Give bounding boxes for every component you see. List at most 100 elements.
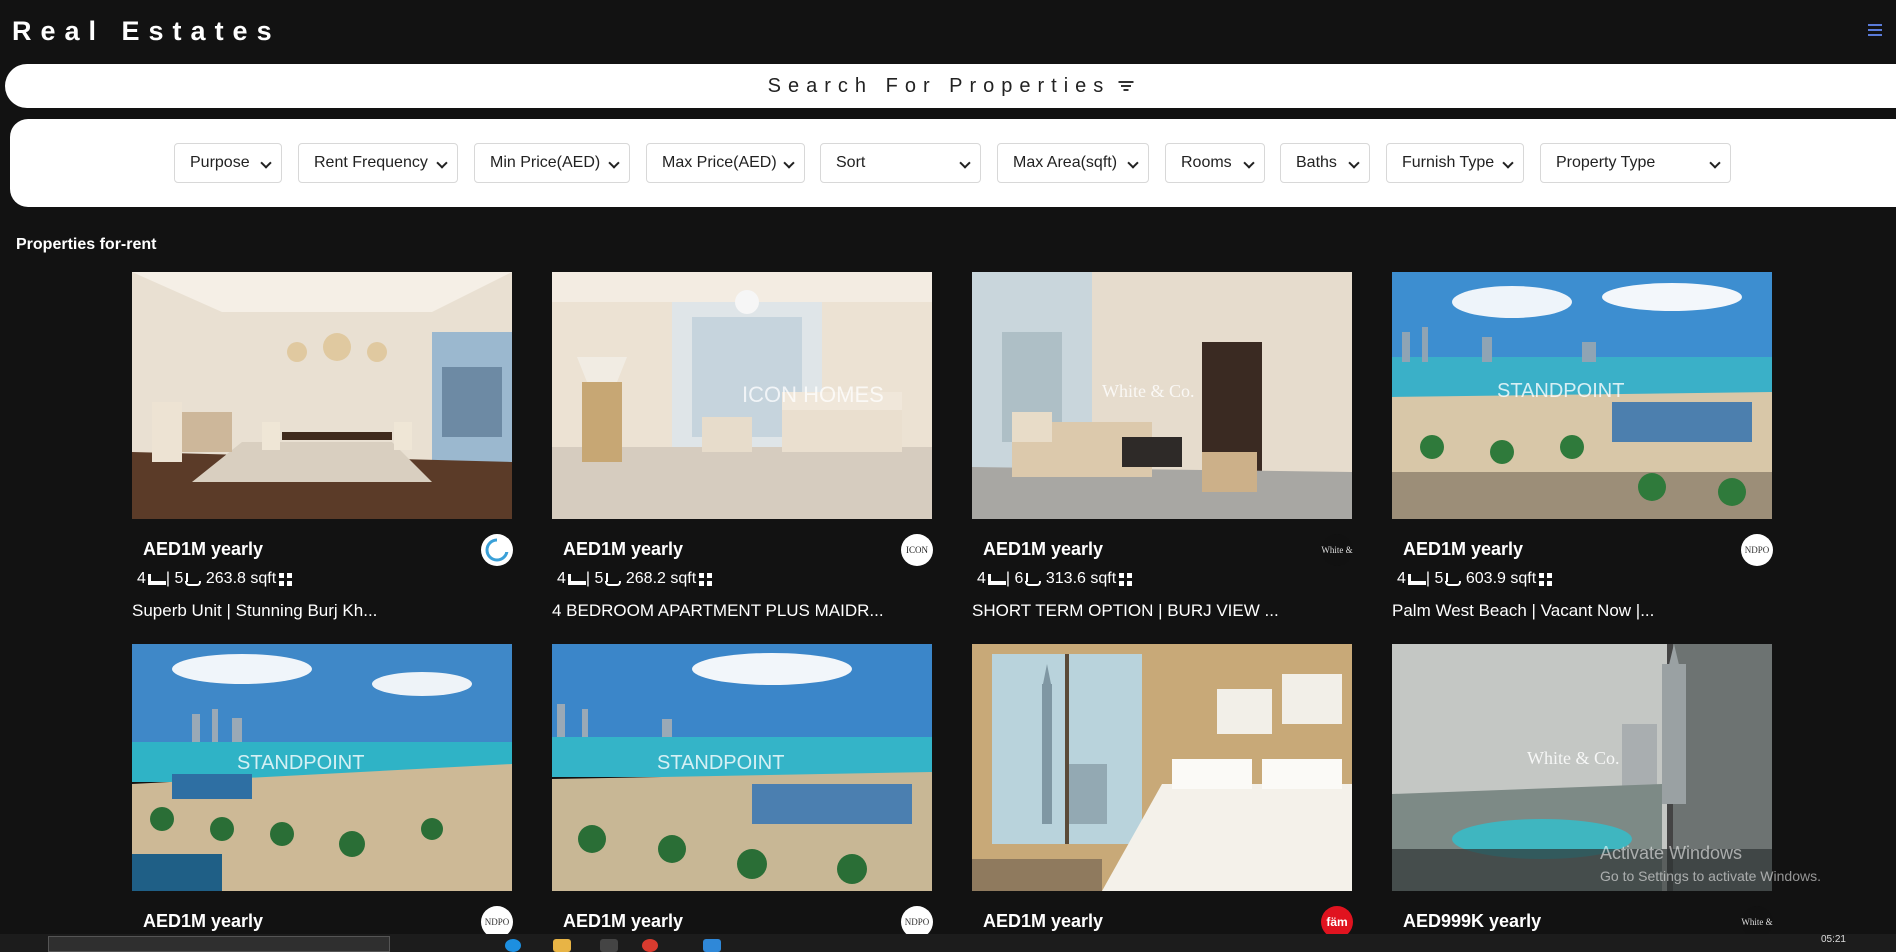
- bed-icon: [567, 573, 586, 585]
- chevron-down-icon: [1502, 157, 1514, 169]
- baths-count: 6: [1014, 570, 1024, 587]
- svg-text:STANDPOINT: STANDPOINT: [237, 752, 364, 774]
- area-value: 268.2 sqft: [625, 570, 697, 587]
- property-photo[interactable]: STANDPOINT: [132, 644, 512, 891]
- rooms-select-label: Rooms: [1181, 154, 1232, 171]
- agency-swirl-icon: [485, 538, 511, 562]
- svg-text:White & Co.: White & Co.: [1102, 381, 1195, 401]
- svg-text:STANDPOINT: STANDPOINT: [657, 752, 784, 774]
- area-grid-icon: [1119, 572, 1133, 586]
- agency-logo[interactable]: NDPO: [1741, 534, 1773, 566]
- property-type-select-label: Property Type: [1556, 154, 1656, 171]
- max-price-select-label: Max Price(AED): [662, 154, 777, 171]
- max-price-select[interactable]: Max Price(AED): [646, 143, 805, 183]
- section-title: Properties for-rent: [16, 236, 157, 253]
- baths-select[interactable]: Baths: [1280, 143, 1370, 183]
- spec-separator: |: [1425, 570, 1435, 587]
- rent-frequency-select[interactable]: Rent Frequency: [298, 143, 458, 183]
- rent-frequency-select-label: Rent Frequency: [314, 154, 428, 171]
- filter-icon: [1118, 80, 1134, 92]
- svg-text:ICON HOMES: ICON HOMES: [742, 382, 884, 407]
- spec-separator: |: [1005, 570, 1015, 587]
- sort-select-label: Sort: [836, 154, 866, 171]
- property-price: AED1M yearly: [983, 911, 1104, 931]
- bed-icon: [1407, 573, 1426, 585]
- folder-app-icon[interactable]: [553, 939, 571, 952]
- property-title[interactable]: Superb Unit | Stunning Burj Kh...: [132, 601, 377, 621]
- watermark-title: Activate Windows: [1600, 843, 1743, 863]
- property-card[interactable]: AED1M yearly 4 | 5 263.8 sqft Superb Uni…: [132, 272, 513, 620]
- baths-count: 5: [174, 570, 184, 587]
- vscode-app-icon[interactable]: [703, 939, 721, 952]
- app-icon[interactable]: [600, 939, 618, 952]
- chevron-down-icon: [1709, 157, 1721, 169]
- search-label: Search For Properties: [767, 74, 1111, 97]
- property-specs: 4 | 6 313.6 sqft: [977, 570, 1133, 588]
- brand-title[interactable]: Real Estates: [12, 16, 281, 47]
- area-grid-icon: [1539, 572, 1553, 586]
- property-photo[interactable]: White & Co.: [972, 272, 1352, 519]
- property-photo[interactable]: STANDPOINT: [552, 644, 932, 891]
- property-photo[interactable]: [972, 644, 1352, 891]
- property-price: AED1M yearly: [143, 911, 264, 931]
- bed-icon: [987, 573, 1006, 585]
- browser-app-icon[interactable]: [505, 939, 521, 952]
- bath-icon: [1445, 572, 1462, 586]
- agency-logo[interactable]: [481, 534, 513, 566]
- property-photo[interactable]: STANDPOINT: [1392, 272, 1772, 519]
- baths-select-label: Baths: [1296, 154, 1337, 171]
- property-card[interactable]: White & Co. AED1M yearly White & Co. 4 |…: [972, 272, 1353, 620]
- furnish-type-select[interactable]: Furnish Type: [1386, 143, 1524, 183]
- hamburger-menu-icon[interactable]: [1868, 24, 1882, 36]
- property-price: AED999K yearly: [1403, 911, 1542, 931]
- area-value: 263.8 sqft: [205, 570, 277, 587]
- area-value: 313.6 sqft: [1045, 570, 1117, 587]
- property-title[interactable]: 4 BEDROOM APARTMENT PLUS MAIDR...: [552, 601, 884, 621]
- bath-icon: [1025, 572, 1042, 586]
- agency-logo[interactable]: ICON: [901, 534, 933, 566]
- property-price: AED1M yearly: [563, 539, 684, 559]
- rooms-count: 4: [1397, 570, 1406, 587]
- rooms-select[interactable]: Rooms: [1165, 143, 1265, 183]
- chevron-down-icon: [608, 157, 620, 169]
- property-card[interactable]: ICON HOMES AED1M yearly ICON 4 | 5 268.2…: [552, 272, 933, 620]
- bath-icon: [185, 572, 202, 586]
- baths-count: 5: [594, 570, 604, 587]
- svg-text:White & Co.: White & Co.: [1527, 748, 1620, 768]
- min-price-select[interactable]: Min Price(AED): [474, 143, 630, 183]
- agency-logo[interactable]: White & Co.: [1321, 534, 1353, 566]
- property-specs: 4 | 5 603.9 sqft: [1397, 570, 1553, 588]
- spec-separator: |: [165, 570, 175, 587]
- chevron-down-icon: [1348, 157, 1360, 169]
- rooms-count: 4: [977, 570, 986, 587]
- taskbar-search-box[interactable]: [48, 936, 390, 952]
- property-card[interactable]: STANDPOINT AED1M yearly NDPO: [132, 644, 513, 938]
- property-photo[interactable]: [132, 272, 512, 519]
- taskbar-clock[interactable]: 05:21: [1821, 934, 1846, 945]
- bed-icon: [147, 573, 166, 585]
- bath-icon: [605, 572, 622, 586]
- property-title[interactable]: SHORT TERM OPTION | BURJ VIEW ...: [972, 601, 1279, 621]
- property-card[interactable]: STANDPOINT AED1M yearly NDPO: [552, 644, 933, 938]
- property-price: AED1M yearly: [563, 911, 684, 931]
- area-grid-icon: [279, 572, 293, 586]
- property-card[interactable]: STANDPOINT AED1M yearly NDPO 4 | 5 603.9…: [1392, 272, 1773, 620]
- property-card[interactable]: AED1M yearly fäm: [972, 644, 1353, 938]
- property-title[interactable]: Palm West Beach | Vacant Now |...: [1392, 601, 1654, 621]
- spec-separator: |: [585, 570, 595, 587]
- property-type-select[interactable]: Property Type: [1540, 143, 1731, 183]
- max-area-select[interactable]: Max Area(sqft): [997, 143, 1149, 183]
- sort-select[interactable]: Sort: [820, 143, 981, 183]
- chrome-app-icon[interactable]: [642, 939, 658, 952]
- chevron-down-icon: [436, 157, 448, 169]
- search-properties-toggle[interactable]: Search For Properties: [5, 64, 1896, 108]
- min-price-select-label: Min Price(AED): [490, 154, 601, 171]
- property-specs: 4 | 5 263.8 sqft: [137, 570, 293, 588]
- property-photo[interactable]: ICON HOMES: [552, 272, 932, 519]
- svg-text:STANDPOINT: STANDPOINT: [1497, 380, 1624, 402]
- top-bar: Real Estates: [0, 0, 1896, 62]
- max-area-select-label: Max Area(sqft): [1013, 154, 1118, 171]
- os-taskbar: 05:21: [0, 934, 1896, 952]
- purpose-select[interactable]: Purpose: [174, 143, 282, 183]
- chevron-down-icon: [959, 157, 971, 169]
